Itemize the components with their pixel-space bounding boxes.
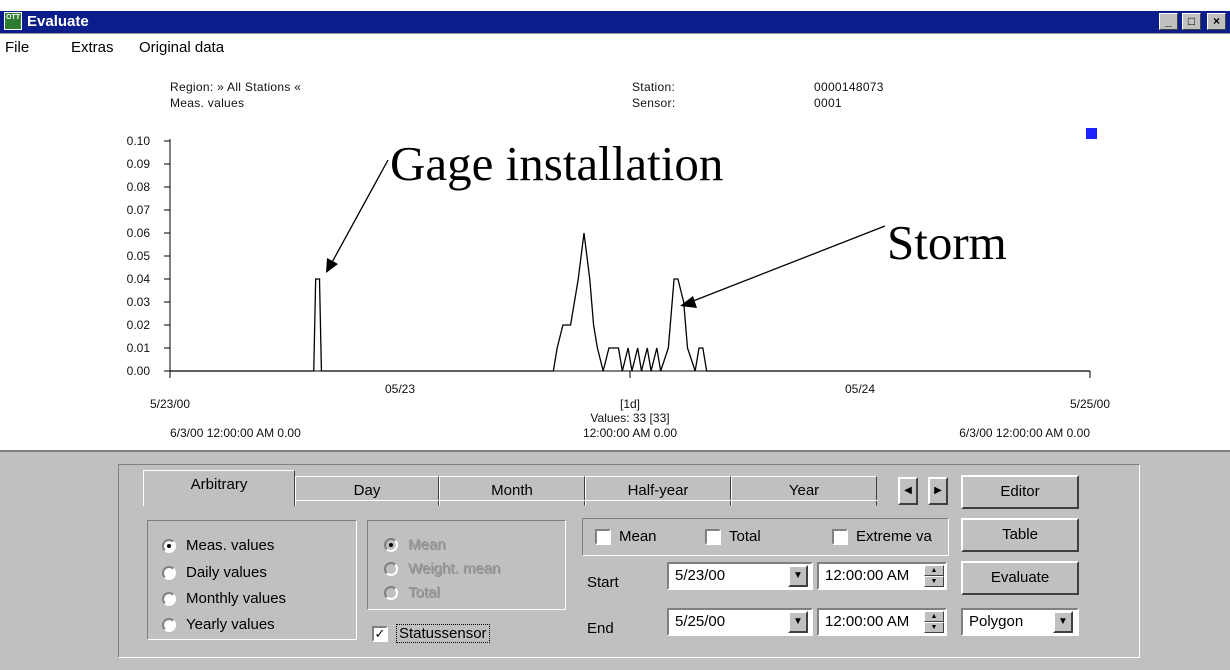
radio-indicator <box>162 591 176 606</box>
total-checkbox[interactable]: Total <box>705 528 761 545</box>
y-tick-label: 0.01 <box>127 341 151 355</box>
close-button[interactable]: × <box>1207 13 1226 30</box>
window-title: Evaluate <box>27 13 89 30</box>
title-bar: OTT Evaluate _ □ × <box>0 0 1230 34</box>
checkbox-box <box>595 528 611 545</box>
tab-scroll-right-button[interactable]: ▶ <box>928 477 948 505</box>
radio-yearly-values[interactable]: Yearly values <box>162 616 275 633</box>
editor-button[interactable]: Editor <box>961 475 1079 509</box>
radio-total: Total <box>384 584 440 601</box>
x-tick-label: 05/24 <box>845 382 875 396</box>
minimize-button[interactable]: _ <box>1159 13 1178 30</box>
y-tick-label: 0.00 <box>127 364 151 378</box>
radio-mean: Mean <box>384 536 446 553</box>
tab-year[interactable]: Year <box>731 476 877 506</box>
end-time-up-icon[interactable]: ▲ <box>924 611 944 622</box>
checkbox-label: Total <box>729 528 761 545</box>
start-time-down-icon[interactable]: ▼ <box>924 576 944 587</box>
radio-indicator <box>162 538 176 553</box>
statussensor-checkbox[interactable]: ✓ Statussensor <box>372 624 490 643</box>
checkbox-label: Extreme va <box>856 528 932 545</box>
radio-indicator <box>162 565 176 580</box>
center-footer-label: 12:00:00 AM 0.00 <box>583 426 677 440</box>
tab-day[interactable]: Day <box>295 476 439 506</box>
radio-meas-values[interactable]: Meas. values <box>162 537 274 554</box>
start-label: Start <box>587 574 619 591</box>
tab-half-year[interactable]: Half-year <box>585 476 731 506</box>
radio-label: Meas. values <box>186 537 275 554</box>
radio-label: Yearly values <box>186 616 275 633</box>
y-tick-label: 0.02 <box>127 318 151 332</box>
tab-arbitrary[interactable]: Arbitrary <box>143 470 295 506</box>
evaluate-button[interactable]: Evaluate <box>961 561 1079 595</box>
y-tick-label: 0.07 <box>127 203 151 217</box>
radio-label: Monthly values <box>186 590 287 607</box>
app-icon: OTT <box>4 12 22 30</box>
gage-arrow-line <box>329 159 389 267</box>
left-footer-label: 6/3/00 12:00:00 AM 0.00 <box>170 426 301 440</box>
x-start-label: 5/23/00 <box>150 397 190 411</box>
y-tick-label: 0.09 <box>127 157 151 171</box>
storm-arrow-line <box>687 225 886 304</box>
annotation-gage-installation: Gage installation <box>390 136 724 191</box>
gage-arrow-head <box>326 258 338 273</box>
radio-label: Daily values <box>186 564 267 581</box>
menu-original-data[interactable]: Original data <box>139 39 224 56</box>
values-count-label: Values: 33 [33] <box>590 411 669 425</box>
extreme-values-checkbox[interactable]: Extreme va <box>832 528 932 545</box>
center-interval-label: [1d] <box>620 397 640 411</box>
x-end-label: 5/25/00 <box>1070 397 1110 411</box>
menu-file[interactable]: File <box>5 39 29 56</box>
radio-daily-values[interactable]: Daily values <box>162 564 267 581</box>
end-time-down-icon[interactable]: ▼ <box>924 622 944 633</box>
chart-area: Region: » All Stations « Meas. values St… <box>0 60 1230 450</box>
menu-bar: File Extras Original data <box>0 36 1230 60</box>
checkbox-box <box>705 528 721 545</box>
end-label: End <box>587 620 614 637</box>
start-time-up-icon[interactable]: ▲ <box>924 565 944 576</box>
legend-marker <box>1086 128 1097 139</box>
tab-month[interactable]: Month <box>439 476 585 506</box>
radio-indicator <box>384 585 398 600</box>
checkbox-label: Mean <box>619 528 657 545</box>
checkbox-box <box>832 528 848 545</box>
radio-label: Weight. mean <box>408 560 501 577</box>
mean-checkbox[interactable]: Mean <box>595 528 657 545</box>
radio-weight-mean: Weight. mean <box>384 560 500 577</box>
table-button[interactable]: Table <box>961 518 1079 552</box>
maximize-button[interactable]: □ <box>1182 13 1201 30</box>
y-tick-label: 0.10 <box>127 134 151 148</box>
radio-label: Mean <box>408 536 446 553</box>
radio-monthly-values[interactable]: Monthly values <box>162 590 286 607</box>
y-tick-label: 0.06 <box>127 226 151 240</box>
radio-indicator <box>384 537 398 552</box>
x-tick-label: 05/23 <box>385 382 415 396</box>
right-footer-label: 6/3/00 12:00:00 AM 0.00 <box>959 426 1090 440</box>
title-bar-strip <box>0 11 1230 33</box>
end-date-dropdown-icon[interactable]: ▼ <box>788 611 808 633</box>
tab-scroll-left-button[interactable]: ◀ <box>898 477 918 505</box>
y-tick-label: 0.03 <box>127 295 151 309</box>
y-tick-label: 0.04 <box>127 272 151 286</box>
annotation-storm: Storm <box>887 215 1007 270</box>
check-mark-icon: ✓ <box>372 625 388 642</box>
radio-indicator <box>384 561 398 576</box>
radio-label: Total <box>408 584 440 601</box>
y-tick-label: 0.08 <box>127 180 151 194</box>
start-date-dropdown-icon[interactable]: ▼ <box>788 565 808 587</box>
menu-extras[interactable]: Extras <box>71 39 114 56</box>
radio-indicator <box>162 617 176 632</box>
chart-type-dropdown-icon[interactable]: ▼ <box>1053 611 1073 633</box>
checkbox-label: Statussensor <box>396 624 490 643</box>
line-chart: 0.10 0.09 0.08 0.07 0.06 0.05 0.04 0.03 0.02 0.01… <box>127 128 1110 440</box>
y-tick-label: 0.05 <box>127 249 151 263</box>
